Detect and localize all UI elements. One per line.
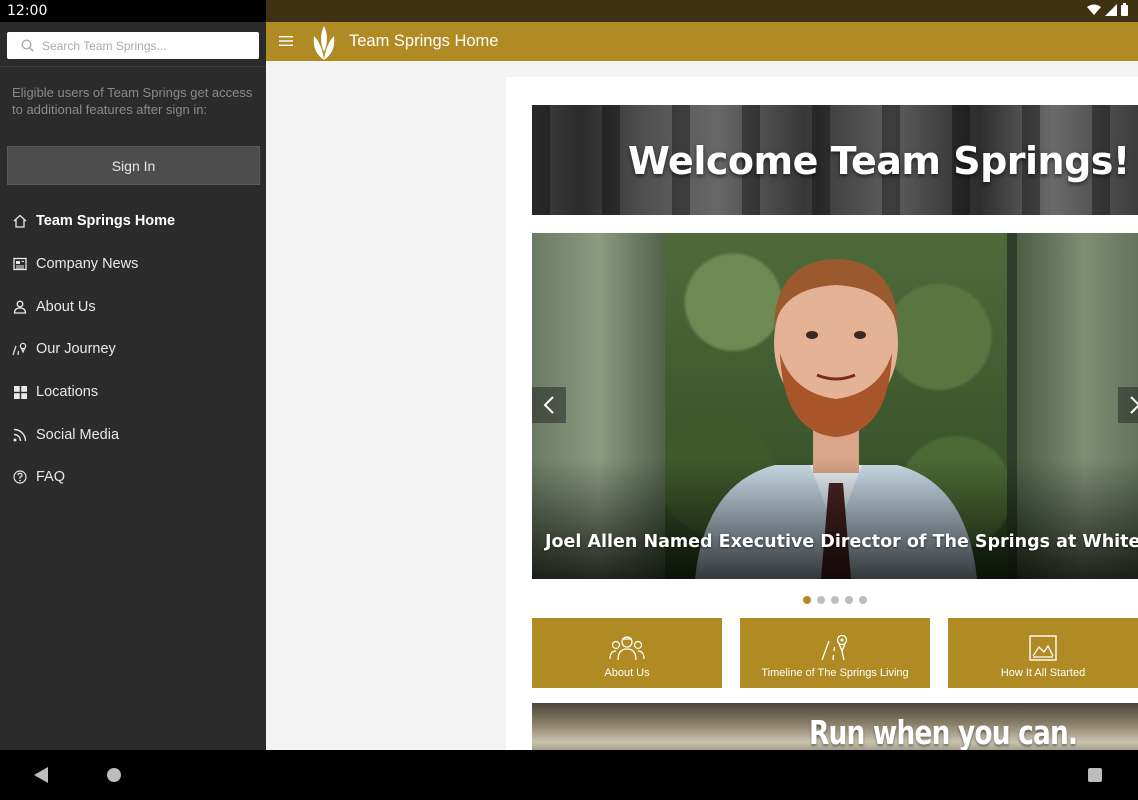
caption-gradient bbox=[532, 459, 1138, 579]
road-pin-icon bbox=[12, 341, 28, 357]
signal-icon bbox=[1105, 3, 1117, 16]
motivation-banner[interactable]: Run when you can. bbox=[532, 703, 1138, 750]
home-button[interactable] bbox=[107, 768, 121, 782]
nav-item-label: FAQ bbox=[36, 469, 66, 486]
carousel-dot[interactable] bbox=[817, 596, 825, 604]
newspaper-icon bbox=[12, 256, 28, 272]
drawer-nav: Team Springs Home Company News About Us … bbox=[0, 200, 266, 499]
nav-item-label: Team Springs Home bbox=[36, 213, 176, 230]
page-title: Team Springs Home bbox=[349, 32, 499, 50]
main-content: Welcome Team Springs! Joel Allen Named E… bbox=[266, 61, 1138, 750]
nav-item-social-media[interactable]: Social Media bbox=[0, 413, 266, 456]
battery-icon bbox=[1121, 3, 1128, 16]
person-icon bbox=[12, 299, 28, 315]
tile-label: Timeline of The Springs Living bbox=[761, 667, 909, 679]
nav-item-label: Our Journey bbox=[36, 341, 116, 358]
status-bar-app-area bbox=[266, 0, 1138, 22]
springs-logo-icon bbox=[313, 26, 335, 60]
sign-in-button[interactable]: Sign In bbox=[7, 146, 260, 185]
nav-item-team-springs-home[interactable]: Team Springs Home bbox=[0, 200, 266, 243]
tile-label: How It All Started bbox=[1000, 667, 1086, 679]
tile-how-it-all-started[interactable]: How It All Started bbox=[948, 618, 1138, 688]
nav-item-label: Social Media bbox=[36, 426, 120, 443]
recents-button[interactable] bbox=[1088, 768, 1102, 782]
nav-item-locations[interactable]: Locations bbox=[0, 371, 266, 414]
carousel-dot[interactable] bbox=[831, 596, 839, 604]
question-icon bbox=[12, 469, 28, 485]
search-icon bbox=[21, 39, 34, 52]
nav-item-faq[interactable]: FAQ bbox=[0, 456, 266, 499]
nav-item-label: Company News bbox=[36, 256, 139, 273]
welcome-title: Welcome Team Springs! bbox=[628, 139, 1130, 183]
news-carousel[interactable]: Joel Allen Named Executive Director of T… bbox=[532, 233, 1138, 579]
status-bar: 12:00 bbox=[0, 0, 1138, 22]
carousel-dot[interactable] bbox=[803, 596, 811, 604]
search-box[interactable] bbox=[7, 32, 259, 59]
rss-icon bbox=[12, 427, 28, 443]
welcome-banner: Welcome Team Springs! bbox=[532, 105, 1138, 215]
search-input[interactable] bbox=[42, 38, 242, 53]
home-icon bbox=[12, 213, 28, 229]
team-icon bbox=[609, 636, 645, 661]
carousel-next-button[interactable] bbox=[1118, 387, 1138, 423]
carousel-dot[interactable] bbox=[845, 596, 853, 604]
nav-item-our-journey[interactable]: Our Journey bbox=[0, 328, 266, 371]
nav-item-company-news[interactable]: Company News bbox=[0, 243, 266, 286]
back-icon[interactable] bbox=[34, 767, 48, 783]
drawer-divider bbox=[0, 66, 266, 67]
status-time: 12:00 bbox=[7, 3, 48, 19]
status-icons bbox=[1087, 3, 1128, 16]
chevron-left-icon bbox=[543, 396, 554, 414]
tile-timeline[interactable]: Timeline of The Springs Living bbox=[740, 618, 930, 688]
wifi-icon bbox=[1087, 4, 1101, 15]
nav-item-label: About Us bbox=[36, 298, 96, 315]
image-icon bbox=[1029, 635, 1057, 661]
carousel-dot[interactable] bbox=[859, 596, 867, 604]
navigation-drawer: Eligible users of Team Springs get acces… bbox=[0, 22, 266, 750]
carousel-indicators bbox=[803, 596, 867, 604]
carousel-prev-button[interactable] bbox=[532, 387, 566, 423]
road-pin-icon bbox=[821, 634, 848, 661]
tile-label: About Us bbox=[604, 667, 650, 679]
carousel-caption[interactable]: Joel Allen Named Executive Director of T… bbox=[545, 532, 1138, 552]
app-bar: Team Springs Home bbox=[266, 22, 1138, 61]
grid-icon bbox=[12, 384, 28, 400]
sign-in-info-text: Eligible users of Team Springs get acces… bbox=[12, 85, 253, 117]
banner-text: Run when you can. bbox=[809, 713, 1078, 750]
menu-icon[interactable] bbox=[279, 34, 293, 48]
nav-item-about-us[interactable]: About Us bbox=[0, 285, 266, 328]
chevron-right-icon bbox=[1130, 396, 1138, 414]
system-nav-bar bbox=[0, 750, 1138, 800]
tile-about-us[interactable]: About Us bbox=[532, 618, 722, 688]
quick-link-tiles: About Us Timeline of The Springs Living … bbox=[532, 618, 1138, 688]
nav-item-label: Locations bbox=[36, 384, 99, 401]
